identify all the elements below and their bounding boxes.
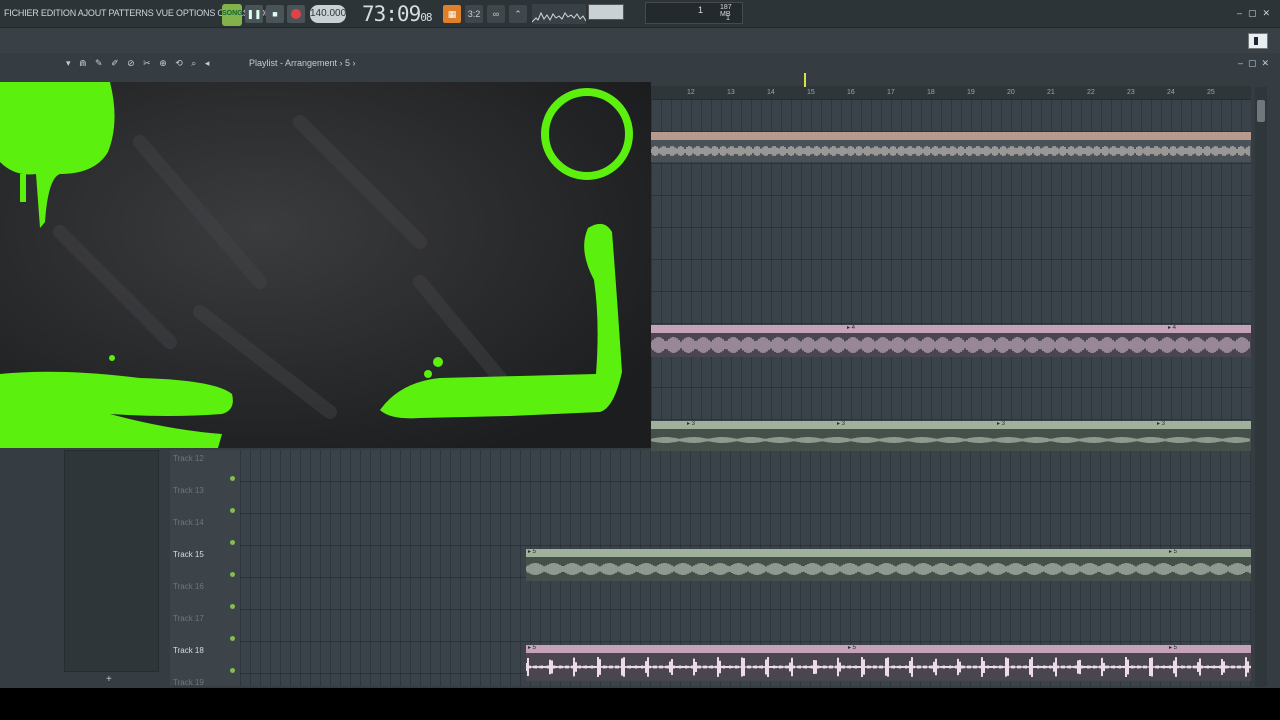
pattern-browser[interactable] [64,450,159,672]
track-label[interactable]: Track 18 [173,646,204,655]
audio-clip-pink[interactable]: ▸ 4 ▸ 4 [651,325,1251,357]
clip-waveform [651,437,1250,443]
clip-label: ▸ 4 [1168,325,1177,331]
song-mode-button[interactable]: SONG [222,4,243,26]
metronome-icon[interactable]: ⌃ [509,5,527,23]
master-level [588,4,624,20]
track-headers: Track 12 Track 13 Track 14 Track 15 Track 16… [170,450,240,687]
ruler-bar-number: 22 [1087,89,1095,96]
track-label[interactable]: Track 13 [173,486,204,495]
track-mute-led[interactable] [230,508,235,513]
track-mute-led[interactable] [230,604,235,609]
green-paint-graphic [0,82,651,448]
ruler-bar-number: 23 [1127,89,1135,96]
clip-label: ▸ 4 [847,325,856,331]
timeline-ruler[interactable]: 12 13 14 15 16 17 18 19 20 21 22 23 24 25 [651,86,1251,100]
track-label[interactable]: Track 17 [173,614,204,623]
audio-clip-track18[interactable]: ▸ 5 ▸ 5 ▸ 5 [526,645,1251,681]
track-label[interactable]: Track 19 [173,678,204,687]
vertical-scrollbar[interactable] [1255,87,1267,687]
track-label[interactable]: Track 16 [173,582,204,591]
fl-studio-window: FICHIER EDITION AJOUT PATTERNS VUE OPTIO… [0,0,1280,688]
ruler-bar-number: 15 [807,89,815,96]
clip-waveform [651,337,1250,353]
clip-label: ▸ 5 [528,645,537,651]
video-overlay-image [0,82,651,448]
cpu-value: 1 [698,5,704,15]
ruler-bar-number: 24 [1167,89,1175,96]
record-button[interactable] [287,5,305,23]
clip-header: ▸ 3 ▸ 3 ▸ 3 ▸ 3 [651,421,1251,429]
output-waveform [531,4,587,24]
ruler-bar-number: 13 [727,89,735,96]
ruler-bar-number: 12 [687,89,695,96]
clip-label: ▸ 3 [1157,421,1166,427]
playlist-window-controls[interactable]: –▢✕ [1238,58,1274,69]
ruler-bar-number: 25 [1207,89,1215,96]
memory-value: 187 MB [720,4,732,18]
clip-label: ▸ 5 [848,645,857,651]
playlist-toolbar: ▾ ⋒ ✎ ✐ ⊘ ✂ ⊕ ⟲ ⌕ ◂ Playlist - Arrangeme… [60,55,1280,73]
track-label[interactable]: Track 12 [173,454,204,463]
clip-label: ▸ 5 [1169,549,1178,555]
track-label[interactable]: Track 15 [173,550,204,559]
clip-label: ▸ 3 [997,421,1006,427]
ruler-bar-number: 20 [1007,89,1015,96]
stop-button[interactable]: ■ [266,5,284,23]
clip-header: ▸ 5 ▸ 5 [526,549,1251,557]
clip-waveform [526,657,1251,677]
clip-header: ▸ 4 ▸ 4 [651,325,1251,333]
clip-label: ▸ 3 [837,421,846,427]
clip-header [651,132,1251,140]
track-mute-led[interactable] [230,572,235,577]
song-position: 73:0908 [362,2,432,26]
time-sub: 08 [420,11,432,24]
ruler-bar-number: 14 [767,89,775,96]
clip-label: ▸ 5 [1169,645,1178,651]
scrollbar-thumb[interactable] [1257,100,1265,122]
ruler-bar-number: 18 [927,89,935,96]
track-label[interactable]: Track 14 [173,518,204,527]
playhead-marker[interactable] [804,73,806,87]
clip-waveform [651,146,1250,156]
playlist-tool-icons[interactable]: ▾ ⋒ ✎ ✐ ⊘ ✂ ⊕ ⟲ ⌕ ◂ [66,58,212,69]
track-mute-led[interactable] [230,540,235,545]
loop-icon[interactable]: ∞ [487,5,505,23]
playlist-title: Playlist - Arrangement › 5 › [249,58,356,68]
step-icon[interactable]: 3:2 [465,5,483,23]
clip-header: ▸ 5 ▸ 5 ▸ 5 [526,645,1251,653]
language-flag-icon[interactable] [1248,33,1268,49]
pattern-icon[interactable]: ▦ [443,5,461,23]
ruler-bar-number: 21 [1047,89,1055,96]
audio-clip-track15[interactable]: ▸ 5 ▸ 5 [526,549,1251,581]
window-controls[interactable]: –▢✕ [1237,8,1276,19]
ruler-bar-number: 17 [887,89,895,96]
clip-label: ▸ 5 [528,549,537,555]
tempo-display[interactable]: 140.000 [310,5,346,23]
add-button[interactable]: + [106,674,112,685]
audio-clip-beige[interactable] [651,132,1251,162]
ruler-bar-number: 19 [967,89,975,96]
clip-waveform [526,563,1251,575]
track-mute-led[interactable] [230,668,235,673]
time-main: 73:09 [362,2,421,26]
top-toolbar: FICHIER EDITION AJOUT PATTERNS VUE OPTIO… [0,0,1280,28]
audio-clip-green[interactable]: ▸ 3 ▸ 3 ▸ 3 ▸ 3 [651,421,1251,451]
clip-label: ▸ 3 [687,421,696,427]
pause-button[interactable]: ❚❚ [245,5,263,23]
ruler-bar-number: 16 [847,89,855,96]
secondary-toolbar [0,29,1280,53]
cpu-memory-panel: 1 187 MB 1 [645,2,743,24]
poly-value: 1 [726,15,730,22]
track-mute-led[interactable] [230,636,235,641]
track-mute-led[interactable] [230,476,235,481]
